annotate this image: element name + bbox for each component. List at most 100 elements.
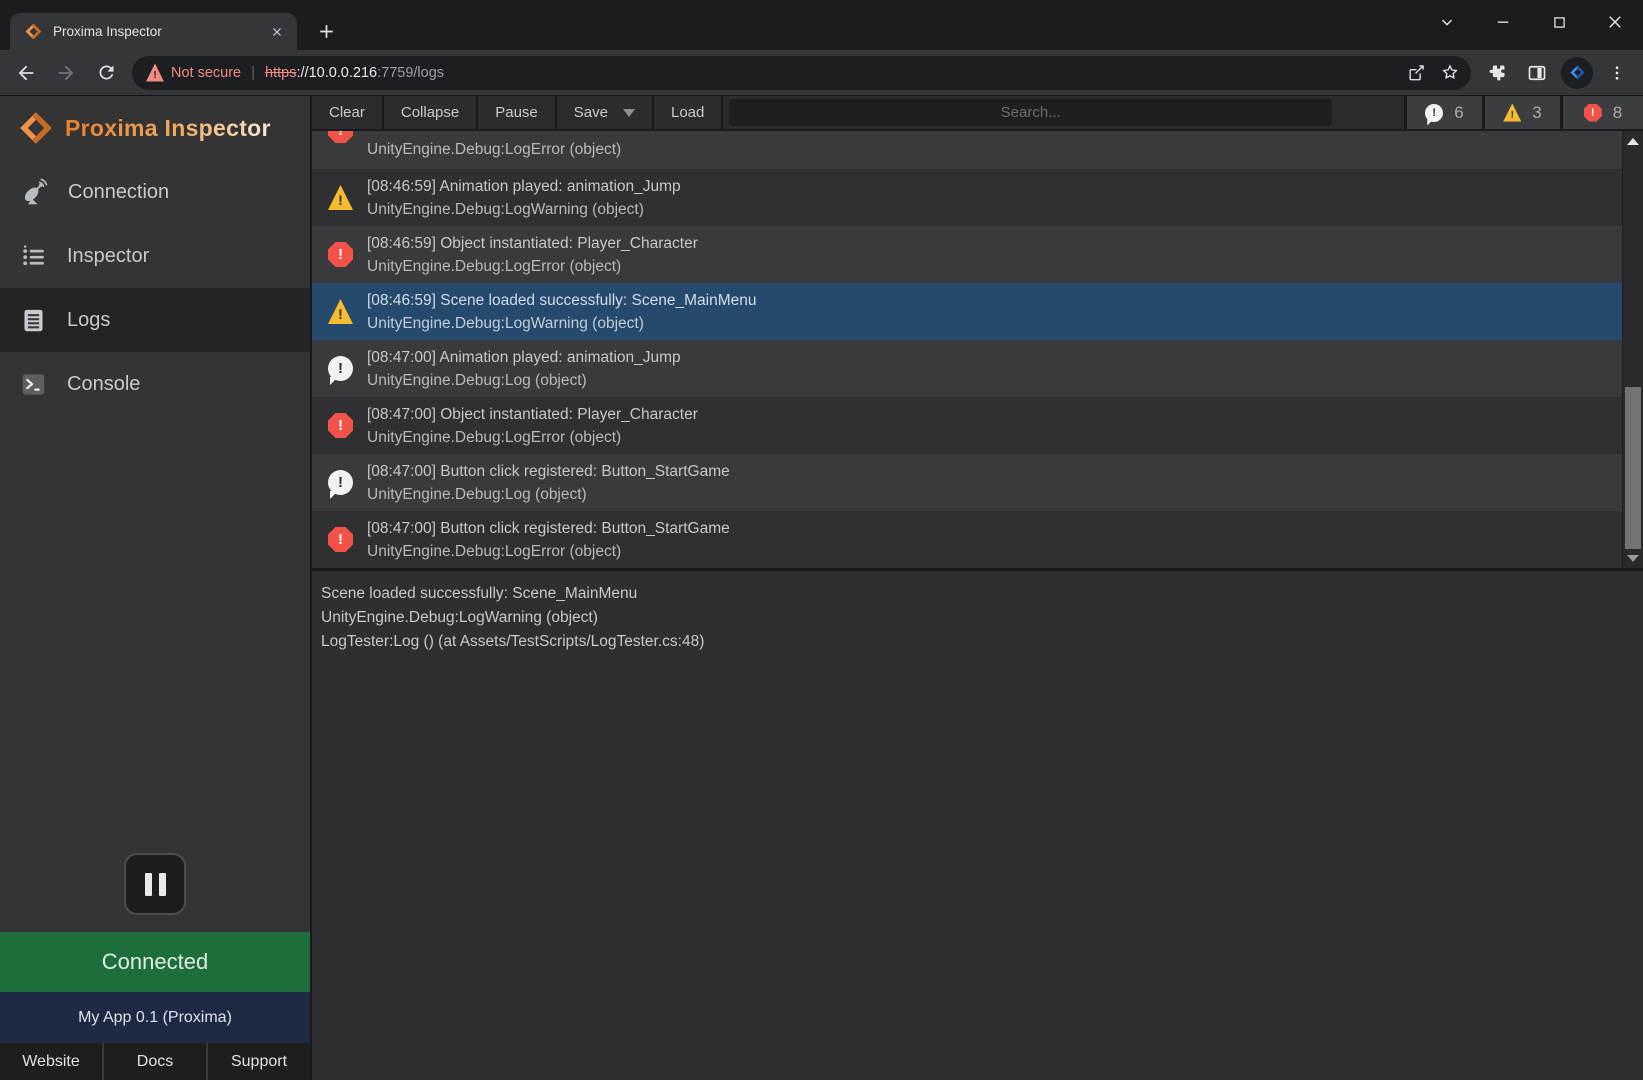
error-icon: ! (328, 413, 353, 438)
tab-search-chevron-down-icon[interactable] (1419, 0, 1475, 44)
error-icon: ! (328, 242, 353, 267)
log-row[interactable]: ! [08:46:59] Scene loaded successfully: … (312, 283, 1622, 340)
log-message: [08:47:00] Button click registered: Butt… (367, 460, 730, 483)
minimize-icon[interactable] (1475, 0, 1531, 44)
connection-status-banner: Connected (0, 932, 310, 992)
log-message: [08:47:00] Button click registered: Butt… (367, 517, 730, 540)
browser-titlebar: Proxima Inspector (0, 0, 1643, 50)
log-stacktrace: UnityEngine.Debug:LogError (object) (367, 540, 730, 563)
scroll-up-icon[interactable] (1623, 133, 1643, 149)
brand: Proxima Inspector (0, 96, 310, 160)
app-info-text: My App 0.1 (Proxima) (78, 1009, 232, 1027)
sidebar-item-logs[interactable]: Logs (0, 288, 310, 352)
error-icon: ! (328, 131, 353, 143)
extensions-puzzle-icon[interactable] (1479, 55, 1515, 91)
document-icon (20, 307, 47, 334)
log-message: [08:47:00] Object instantiated: Player_C… (367, 403, 698, 426)
share-icon[interactable] (1401, 58, 1431, 88)
warning-count: 3 (1532, 103, 1541, 123)
list-icon (20, 243, 47, 270)
detail-line: UnityEngine.Debug:LogWarning (object) (321, 606, 1633, 630)
log-row[interactable]: ! UnityEngine.Debug:LogError (object) (312, 131, 1622, 169)
support-link[interactable]: Support (206, 1043, 310, 1080)
log-stacktrace: UnityEngine.Debug:LogWarning (object) (367, 198, 681, 221)
error-count: 8 (1613, 103, 1622, 123)
proxima-logo-icon (18, 110, 54, 146)
sidebar-item-label: Console (67, 373, 140, 396)
save-button[interactable]: Save (557, 96, 654, 129)
log-detail-pane: Scene loaded successfully: Scene_MainMen… (312, 568, 1643, 1080)
log-message: [08:47:00] Animation played: animation_J… (367, 346, 681, 369)
connection-status-text: Connected (102, 949, 208, 975)
side-panel-icon[interactable] (1519, 55, 1555, 91)
sidebar-item-console[interactable]: Console (0, 352, 310, 416)
log-row[interactable]: ! [08:47:00] Button click registered: Bu… (312, 454, 1622, 511)
not-secure-warning-icon: ! (146, 64, 164, 82)
warning-icon: ! (1503, 104, 1521, 122)
log-stacktrace: UnityEngine.Debug:LogError (object) (367, 255, 698, 278)
brand-title: Proxima Inspector (65, 115, 271, 142)
url-host: 10.0.0.216 (309, 65, 378, 81)
sidebar-item-label: Connection (68, 181, 169, 204)
log-list: ! UnityEngine.Debug:LogError (object) ! … (312, 131, 1643, 568)
sidebar-item-label: Logs (67, 309, 110, 332)
log-stacktrace: UnityEngine.Debug:LogError (object) (367, 426, 698, 449)
sidebar-item-label: Inspector (67, 245, 149, 268)
bookmark-star-icon[interactable] (1435, 58, 1465, 88)
menu-kebab-icon[interactable] (1599, 55, 1635, 91)
log-stacktrace: UnityEngine.Debug:LogWarning (object) (367, 312, 756, 335)
docs-link[interactable]: Docs (102, 1043, 206, 1080)
info-count: 6 (1454, 103, 1463, 123)
clear-button[interactable]: Clear (312, 96, 384, 129)
save-dropdown-icon[interactable] (623, 109, 635, 123)
error-icon: ! (1584, 104, 1602, 122)
log-row[interactable]: ! [08:46:59] Animation played: animation… (312, 169, 1622, 226)
log-row[interactable]: ! [08:47:00] Button click registered: Bu… (312, 511, 1622, 568)
warning-icon: ! (328, 299, 353, 324)
proxima-extension-icon[interactable] (1561, 57, 1593, 89)
info-icon: ! (328, 470, 353, 495)
sidebar-item-inspector[interactable]: Inspector (0, 224, 310, 288)
log-stacktrace: UnityEngine.Debug:LogError (object) (367, 138, 621, 161)
satellite-icon (20, 178, 48, 206)
log-message: [08:46:59] Scene loaded successfully: Sc… (367, 289, 756, 312)
browser-tab[interactable]: Proxima Inspector (10, 13, 297, 50)
log-row[interactable]: ! [08:47:00] Animation played: animation… (312, 340, 1622, 397)
scrollbar[interactable] (1622, 131, 1643, 568)
logs-toolbar: Clear Collapse Pause Save Load ! 6 ! 3 !… (312, 96, 1643, 131)
close-icon[interactable] (1587, 0, 1643, 44)
info-icon: ! (1425, 104, 1443, 122)
reload-icon[interactable] (88, 55, 124, 91)
tab-close-icon[interactable] (267, 22, 287, 42)
url-scheme: https (265, 65, 296, 81)
error-count-filter[interactable]: ! 8 (1560, 96, 1643, 129)
log-stacktrace: UnityEngine.Debug:Log (object) (367, 369, 681, 392)
detail-line: Scene loaded successfully: Scene_MainMen… (321, 582, 1633, 606)
log-row[interactable]: ! [08:47:00] Object instantiated: Player… (312, 397, 1622, 454)
info-count-filter[interactable]: ! 6 (1404, 96, 1482, 129)
url-path: :7759/logs (377, 65, 444, 81)
maximize-icon[interactable] (1531, 0, 1587, 44)
security-chip[interactable]: ! Not secure (146, 64, 241, 82)
url-text: https://10.0.0.216:7759/logs (265, 65, 444, 81)
pause-stream-button[interactable] (124, 853, 186, 915)
collapse-button[interactable]: Collapse (384, 96, 478, 129)
warning-count-filter[interactable]: ! 3 (1482, 96, 1560, 129)
log-row[interactable]: ! [08:46:59] Object instantiated: Player… (312, 226, 1622, 283)
scrollbar-thumb[interactable] (1625, 387, 1641, 549)
sidebar-item-connection[interactable]: Connection (0, 160, 310, 224)
error-icon: ! (328, 527, 353, 552)
detail-line: LogTester:Log () (at Assets/TestScripts/… (321, 630, 1633, 654)
pause-button[interactable]: Pause (478, 96, 557, 129)
forward-icon[interactable] (48, 55, 84, 91)
website-link[interactable]: Website (0, 1043, 102, 1080)
warning-icon: ! (328, 185, 353, 210)
address-bar[interactable]: ! Not secure | https://10.0.0.216:7759/l… (132, 56, 1471, 90)
omnibox-divider: | (251, 64, 255, 81)
load-button[interactable]: Load (654, 96, 723, 129)
scroll-down-icon[interactable] (1623, 550, 1643, 566)
sidebar: Proxima Inspector Connection Inspector (0, 96, 310, 1080)
back-icon[interactable] (8, 55, 44, 91)
new-tab-icon[interactable] (311, 16, 341, 46)
search-input[interactable] (729, 99, 1332, 126)
